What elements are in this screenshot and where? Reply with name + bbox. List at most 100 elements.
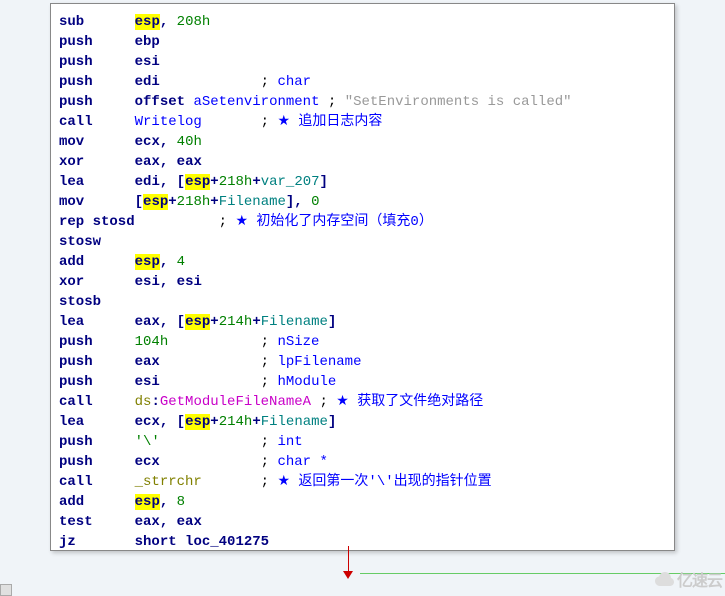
asm-line[interactable]: push eax ; lpFilename	[59, 352, 666, 372]
mnemonic: call	[59, 474, 93, 490]
operand-token: eax	[135, 314, 160, 330]
operand-token: 208h	[177, 14, 211, 30]
operand-token: ecx	[135, 414, 160, 430]
operand-token: esp	[185, 174, 210, 190]
operand-token: ;	[311, 394, 336, 410]
operand-token: char	[277, 74, 311, 90]
operand-token: 4	[177, 254, 185, 270]
asm-line[interactable]: stosb	[59, 292, 666, 312]
mnemonic: call	[59, 114, 93, 130]
operand-token: 追加日志内容	[290, 114, 382, 130]
operand-token: esp	[135, 494, 160, 510]
asm-line[interactable]: push edi ; char	[59, 72, 666, 92]
operand-token: ;	[202, 114, 278, 130]
mnemonic: push	[59, 374, 93, 390]
operand-token: Filename	[219, 194, 286, 210]
operand-token: +	[168, 194, 176, 210]
operand-token: ]	[320, 174, 328, 190]
operand-token: eax	[177, 154, 202, 170]
asm-line[interactable]: sub esp, 208h	[59, 12, 666, 32]
operand-token: _strrchr	[135, 474, 202, 490]
asm-line[interactable]: test eax, eax	[59, 512, 666, 532]
flow-arrow	[343, 546, 353, 586]
operand-token: ]	[328, 314, 336, 330]
operand-token: eax	[135, 514, 160, 530]
operand-token: ,	[160, 134, 177, 150]
operand-token: ebp	[135, 34, 160, 50]
operand-token: esi	[135, 54, 160, 70]
asm-line[interactable]: push esi	[59, 52, 666, 72]
operand-token: Filename	[261, 314, 328, 330]
asm-line[interactable]: lea ecx, [esp+214h+Filename]	[59, 412, 666, 432]
mnemonic: stosb	[59, 294, 101, 310]
operand-token: 8	[177, 494, 185, 510]
asm-line[interactable]: call Writelog ; ★ 追加日志内容	[59, 112, 666, 132]
operand-token: ;	[160, 74, 278, 90]
asm-line[interactable]: xor eax, eax	[59, 152, 666, 172]
asm-line[interactable]: xor esi, esi	[59, 272, 666, 292]
operand-token: esp	[185, 314, 210, 330]
operand-token: 返回第一次'\'出现的指针位置	[290, 474, 492, 490]
disassembly-view[interactable]: sub esp, 208hpush ebppush esipush edi ; …	[50, 3, 675, 551]
mnemonic: stosw	[59, 234, 101, 250]
asm-line[interactable]: add esp, 4	[59, 252, 666, 272]
operand-token: '\'	[135, 434, 160, 450]
mnemonic: xor	[59, 154, 84, 170]
asm-line[interactable]: stosw	[59, 232, 666, 252]
mnemonic: push	[59, 74, 93, 90]
mnemonic: jz	[59, 534, 76, 550]
operand-token: eax	[135, 354, 160, 370]
operand-token: esp	[143, 194, 168, 210]
operand-token: edi	[135, 74, 160, 90]
operand-token: ,	[160, 14, 177, 30]
asm-line[interactable]: jz short loc_401275	[59, 532, 666, 551]
operand-token: 初始化了内存空间（填充0）	[248, 214, 433, 230]
mnemonic: push	[59, 354, 93, 370]
asm-line[interactable]: mov [esp+218h+Filename], 0	[59, 192, 666, 212]
asm-line[interactable]: push ecx ; char *	[59, 452, 666, 472]
operand-token: Filename	[261, 414, 328, 430]
asm-line[interactable]: push esi ; hModule	[59, 372, 666, 392]
operand-token: +	[210, 174, 218, 190]
corner-widget	[0, 584, 12, 596]
operand-token: +	[210, 414, 218, 430]
asm-line[interactable]: push 104h ; nSize	[59, 332, 666, 352]
operand-token: +	[252, 314, 260, 330]
operand-token: 214h	[219, 414, 253, 430]
asm-line[interactable]: push ebp	[59, 32, 666, 52]
mnemonic: test	[59, 514, 93, 530]
mnemonic: push	[59, 34, 93, 50]
operand-token: ,	[160, 274, 177, 290]
operand-token: loc_401275	[185, 534, 269, 550]
mnemonic: xor	[59, 274, 84, 290]
operand-token: nSize	[277, 334, 319, 350]
operand-token: esi	[135, 374, 160, 390]
operand-token: Writelog	[135, 114, 202, 130]
mnemonic: push	[59, 94, 93, 110]
operand-token: ★	[336, 394, 349, 410]
operand-token: ,	[160, 494, 177, 510]
operand-token: 214h	[219, 314, 253, 330]
operand-token: ★	[235, 214, 248, 230]
operand-token: ,	[160, 154, 177, 170]
asm-line[interactable]: lea eax, [esp+214h+Filename]	[59, 312, 666, 332]
operand-token: ★	[277, 474, 290, 490]
asm-line[interactable]: add esp, 8	[59, 492, 666, 512]
asm-line[interactable]: push offset aSetenvironment ; "SetEnviro…	[59, 92, 666, 112]
mnemonic: push	[59, 54, 93, 70]
operand-token: +	[252, 414, 260, 430]
asm-line[interactable]: lea edi, [esp+218h+var_207]	[59, 172, 666, 192]
operand-token: , [	[160, 314, 185, 330]
asm-line[interactable]: mov ecx, 40h	[59, 132, 666, 152]
operand-token: esp	[135, 254, 160, 270]
asm-line[interactable]: rep stosd ; ★ 初始化了内存空间（填充0）	[59, 212, 666, 232]
asm-line[interactable]: call _strrchr ; ★ 返回第一次'\'出现的指针位置	[59, 472, 666, 492]
asm-line[interactable]: push '\' ; int	[59, 432, 666, 452]
operand-token: +	[252, 174, 260, 190]
operand-token: , [	[160, 414, 185, 430]
operand-token: eax	[177, 514, 202, 530]
mnemonic: lea	[59, 314, 84, 330]
asm-line[interactable]: call ds:GetModuleFileNameA ; ★ 获取了文件绝对路径	[59, 392, 666, 412]
operand-token: :	[151, 394, 159, 410]
mnemonic: mov	[59, 194, 84, 210]
